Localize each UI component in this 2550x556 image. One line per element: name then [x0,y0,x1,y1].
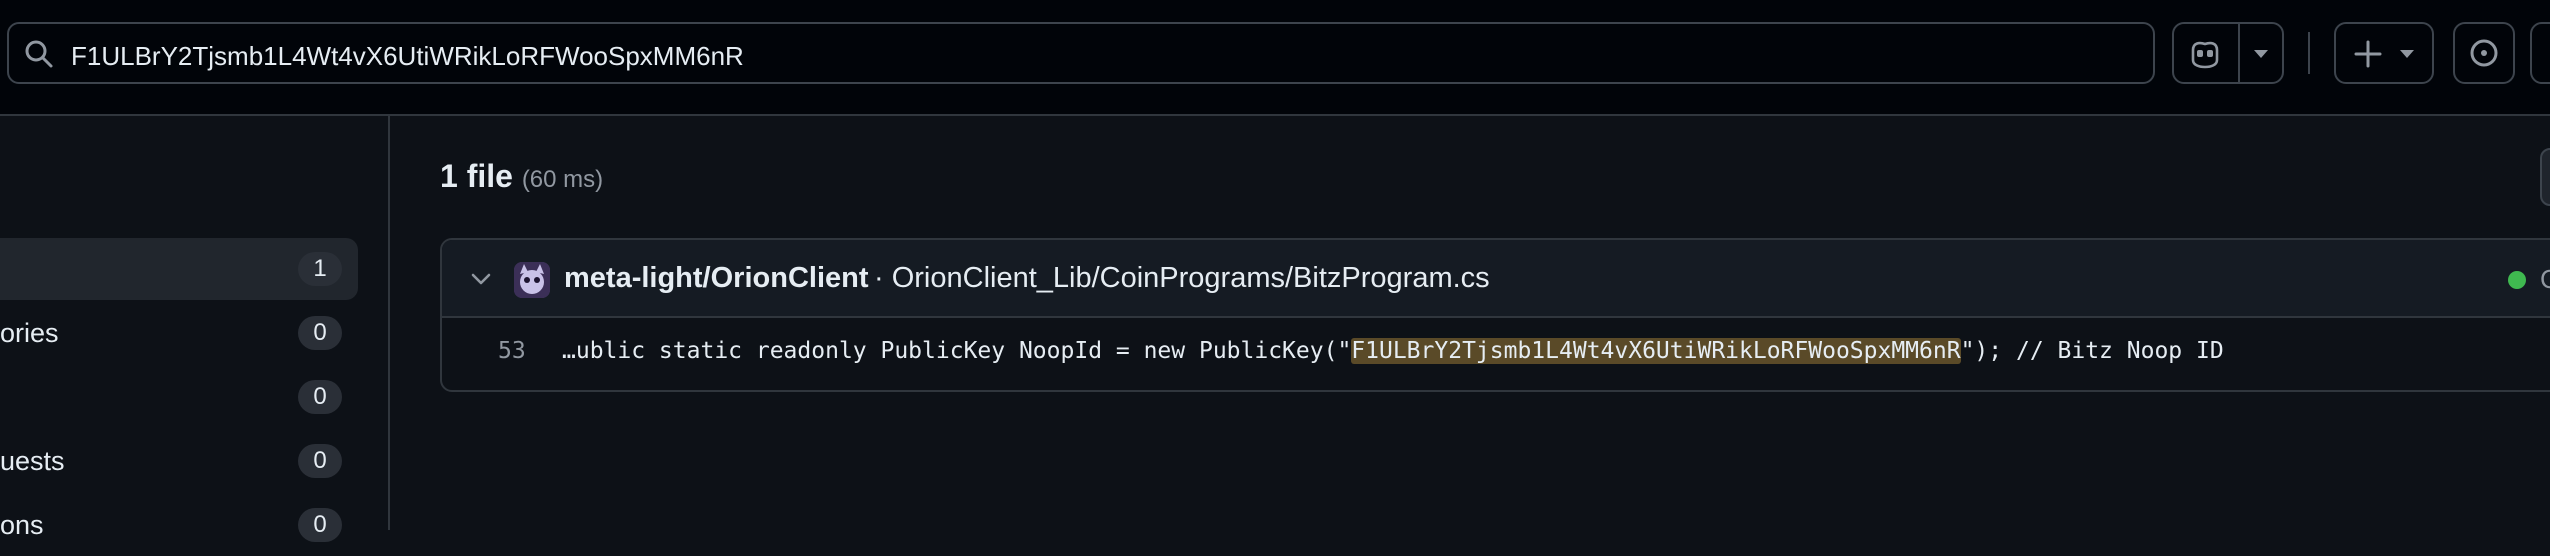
file-path-link[interactable]: · OrionClient_Lib/CoinPrograms/BitzProgr… [874,262,1490,295]
code-after-match: "); // Bitz Noop ID [1960,338,2224,364]
results-summary: 1 file (60 ms) [440,158,603,195]
language-dot [2508,271,2526,289]
filter-discussions[interactable]: ons 0 [0,494,358,556]
filter-sidebar: 1 ories 0 0 uests 0 ons 0 [0,116,390,542]
filter-issues[interactable]: 0 [0,366,358,428]
top-header: F1ULBrY2Tjsmb1L4Wt4vX6UtiWRikLoRFWooSpxM… [0,0,2550,116]
header-divider [2308,32,2310,74]
sort-dropdown-button[interactable] [2540,148,2550,206]
create-new-button[interactable] [2334,22,2434,84]
triangle-down-icon[interactable] [2252,48,2270,60]
copilot-button-group[interactable] [2172,22,2284,84]
code-line: …ublic static readonly PublicKey NoopId … [562,338,2224,364]
filter-label: ons [0,510,44,540]
code-match-highlight: F1ULBrY2Tjsmb1L4Wt4vX6UtiWRikLoRFWooSpxM… [1351,338,1961,364]
line-number[interactable]: 53 [498,338,526,364]
repo-link[interactable]: meta-light/OrionClient [564,262,869,295]
language-label: C [2540,264,2550,294]
chevron-down-icon[interactable] [468,266,494,292]
avatar-image [514,262,550,298]
file-path: OrionClient_Lib/CoinPrograms/BitzProgram… [891,262,1490,294]
results-count: 1 file [440,158,513,194]
issues-button[interactable] [2453,22,2515,84]
results-time: (60 ms) [521,166,604,193]
filter-count-badge: 1 [298,252,342,286]
repo-owner-avatar[interactable] [514,262,550,298]
filter-count-badge: 0 [298,444,342,478]
result-card-header: meta-light/OrionClient · OrionClient_Lib… [442,240,2550,318]
path-separator: · [874,262,892,294]
search-input[interactable]: F1ULBrY2Tjsmb1L4Wt4vX6UtiWRikLoRFWooSpxM… [7,22,2155,84]
filter-label: uests [0,446,65,476]
filter-count-badge: 0 [298,380,342,414]
pull-requests-button[interactable] [2530,22,2550,84]
filter-count-badge: 0 [298,508,342,542]
issue-opened-icon [2470,39,2498,67]
code-match-row[interactable]: 53 …ublic static readonly PublicKey Noop… [442,318,2550,390]
search-result-card: meta-light/OrionClient · OrionClient_Lib… [440,238,2550,392]
copilot-icon [2191,41,2219,69]
filter-count-badge: 0 [298,316,342,350]
filter-label: ories [0,318,59,348]
search-icon [25,40,53,68]
plus-icon [2354,40,2382,68]
filter-pull-requests[interactable]: uests 0 [0,430,358,492]
filter-repositories[interactable]: ories 0 [0,302,358,364]
filter-code[interactable]: 1 [0,238,358,300]
search-query: F1ULBrY2Tjsmb1L4Wt4vX6UtiWRikLoRFWooSpxM… [71,41,744,71]
triangle-down-icon [2400,50,2414,58]
code-before-match: …ublic static readonly PublicKey NoopId … [562,338,1352,364]
